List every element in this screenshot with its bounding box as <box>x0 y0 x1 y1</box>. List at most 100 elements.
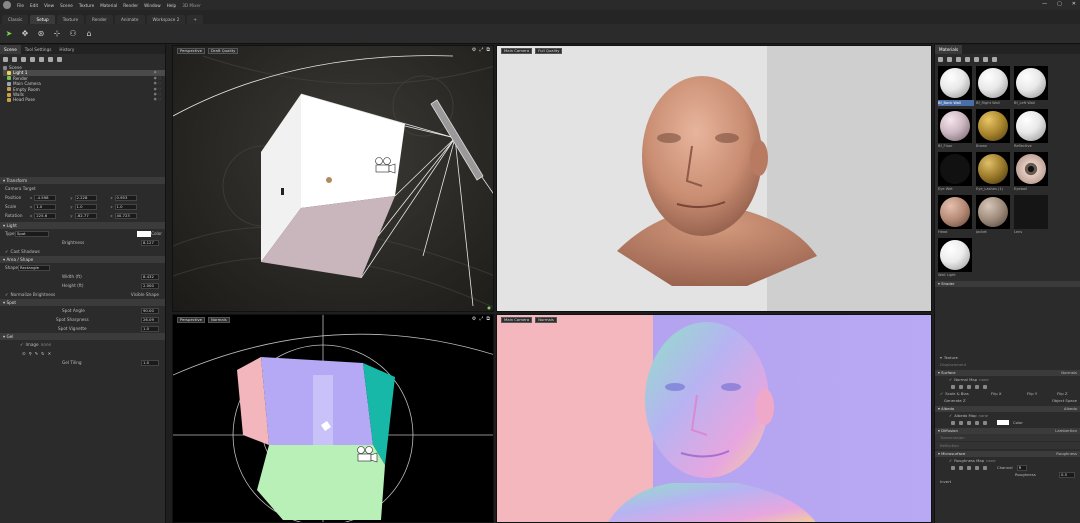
material-tile[interactable]: Bf_Floor <box>938 109 974 150</box>
tab-materials[interactable]: Materials <box>935 45 963 54</box>
tab-tool-settings[interactable]: Tool Settings <box>21 45 56 54</box>
maximize-icon[interactable]: ▢ <box>1057 1 1062 7</box>
clear-icon[interactable] <box>983 465 987 470</box>
menu-texture[interactable]: Texture <box>76 3 97 8</box>
refresh-icon[interactable] <box>975 384 979 389</box>
viewport-main-camera-normals[interactable]: Main Camera Normals <box>496 314 932 523</box>
shading-select[interactable]: Normals <box>208 316 230 323</box>
spot-section-header[interactable]: ▾ Spot <box>0 299 165 306</box>
picker-icon[interactable] <box>974 56 979 62</box>
refresh-icon[interactable] <box>975 420 979 425</box>
gel-open-icon[interactable]: ⊙ <box>22 351 26 356</box>
refresh-icon[interactable] <box>975 465 979 470</box>
search-icon[interactable] <box>947 56 952 62</box>
tab-texture[interactable]: Texture <box>56 15 85 24</box>
add-light-icon[interactable] <box>3 56 8 62</box>
open-icon[interactable] <box>951 384 955 389</box>
object-space-label[interactable]: Object Space <box>1052 398 1077 403</box>
viewport-main-camera-full[interactable]: Main Camera Full Quality <box>496 45 932 312</box>
visible-shape-label[interactable]: Visible Shape <box>131 292 159 297</box>
scale-icon[interactable]: ⊹ <box>52 29 62 39</box>
duplicate-icon[interactable] <box>48 56 53 62</box>
displacement-row[interactable]: Displacement <box>935 361 1080 368</box>
rotate-icon[interactable]: ⊛ <box>36 29 46 39</box>
flip-x-label[interactable]: Flip X <box>991 391 1002 396</box>
material-tile[interactable]: Lens <box>1014 195 1050 236</box>
scale-x-field[interactable]: 1.0 <box>34 203 57 210</box>
camera-select[interactable]: Perspective <box>177 316 205 323</box>
gel-clear-icon[interactable]: ✕ <box>48 351 52 356</box>
position-y-field[interactable]: 2.228 <box>74 194 97 201</box>
refresh-icon[interactable] <box>983 56 988 62</box>
tab-classic[interactable]: Classic <box>2 15 29 24</box>
edit-icon[interactable] <box>967 420 971 425</box>
camera-select[interactable]: Main Camera <box>501 316 533 323</box>
gel-tiling-field[interactable]: 1.0 <box>141 359 159 366</box>
new-material-icon[interactable] <box>938 56 943 62</box>
camera-select[interactable]: Main Camera <box>501 47 533 54</box>
edit-icon[interactable] <box>967 384 971 389</box>
add-camera-icon[interactable] <box>12 56 17 62</box>
checkbox-icon[interactable]: ✓ <box>940 391 943 396</box>
checkbox-icon[interactable]: ✓ <box>949 458 952 463</box>
menu-help[interactable]: Help <box>164 3 180 8</box>
checkbox-icon[interactable]: ✓ <box>20 342 24 347</box>
menu-scene[interactable]: Scene <box>57 3 76 8</box>
tab-animate[interactable]: Animate <box>114 15 145 24</box>
gel-edit-icon[interactable]: ✎ <box>35 351 39 356</box>
delete-icon[interactable] <box>57 56 62 62</box>
spot-sharpness-field[interactable]: 26.09 <box>141 316 159 323</box>
expand-icon[interactable]: ⤢ <box>479 316 483 322</box>
checkbox-icon[interactable]: ✓ <box>949 377 952 382</box>
material-tile[interactable]: Bf_Left Wall <box>1014 66 1050 107</box>
transform-section-header[interactable]: ▾ Transform <box>0 177 165 184</box>
import-icon[interactable] <box>39 56 44 62</box>
channel-select[interactable]: R <box>1016 464 1027 471</box>
transmission-row[interactable]: Transmission <box>935 434 1080 441</box>
material-tile[interactable]: Wall Light <box>938 238 974 279</box>
search-icon[interactable] <box>959 420 963 425</box>
tab-scene[interactable]: Scene <box>0 45 21 54</box>
open-icon[interactable] <box>951 465 955 470</box>
material-tile[interactable]: Eye_Lashes (1) <box>976 152 1012 193</box>
generate-z-label[interactable]: Generate Z <box>944 398 966 403</box>
minimize-icon[interactable]: — <box>1042 1 1047 7</box>
albedo-map-value[interactable]: none <box>979 413 988 418</box>
snap-icon[interactable]: ⌂ <box>84 29 94 39</box>
tab-workspace-2[interactable]: Workspace 2 <box>146 15 186 24</box>
spot-vignette-field[interactable]: 1.0 <box>141 325 159 332</box>
open-icon[interactable] <box>951 420 955 425</box>
light-type-select[interactable]: Spot <box>15 230 49 237</box>
folder-icon[interactable] <box>965 56 970 62</box>
settings-icon[interactable]: ⚙ <box>472 47 476 53</box>
light-color-swatch[interactable] <box>137 230 151 237</box>
material-tile[interactable]: Bf_Back Wall <box>938 66 974 107</box>
add-group-icon[interactable] <box>30 56 35 62</box>
menu-view[interactable]: View <box>41 3 57 8</box>
menu-window[interactable]: Window <box>141 3 164 8</box>
pop-out-icon[interactable]: ⧉ <box>486 47 490 53</box>
settings-icon[interactable]: ⚙ <box>472 316 476 322</box>
invert-row[interactable]: Invert <box>935 478 1080 485</box>
position-z-field[interactable]: 0.953 <box>114 194 137 201</box>
flip-y-label[interactable]: Flip Y <box>1027 391 1037 396</box>
gel-section-header[interactable]: ▾ Gel <box>0 333 165 340</box>
height-field[interactable]: 2.000 <box>141 282 159 289</box>
viewport-perspective-draft[interactable]: Perspective Draft Quality ⚙ ⤢ ⧉ <box>172 45 494 312</box>
pop-out-icon[interactable]: ⧉ <box>486 316 490 322</box>
menu-render[interactable]: Render <box>120 3 141 8</box>
search-icon[interactable] <box>959 465 963 470</box>
select-arrow-icon[interactable]: ➤ <box>4 29 14 39</box>
width-field[interactable]: 8.432 <box>141 273 159 280</box>
camera-select[interactable]: Perspective <box>177 47 205 54</box>
quality-select[interactable]: Draft Quality <box>208 47 239 54</box>
light-section-header[interactable]: ▾ Light <box>0 222 165 229</box>
material-tile[interactable]: Eyeball <box>1014 152 1050 193</box>
move-icon[interactable]: ✥ <box>20 29 30 39</box>
viewport-perspective-normals[interactable]: Perspective Normals ⚙ ⤢ ⧉ <box>172 314 494 523</box>
clear-icon[interactable] <box>983 384 987 389</box>
tab-setup[interactable]: Setup <box>30 15 55 24</box>
close-icon[interactable]: ✕ <box>1072 1 1076 7</box>
rotation-x-field[interactable]: 225.6 <box>34 212 57 219</box>
shading-select[interactable]: Normals <box>535 316 557 323</box>
